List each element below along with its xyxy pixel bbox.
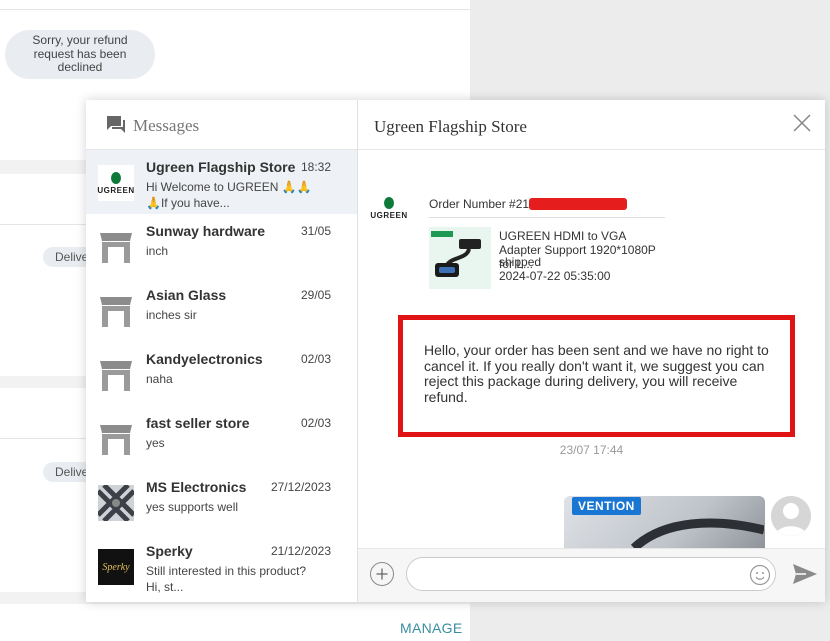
conversation-time: 29/05 (300, 288, 331, 302)
divider (429, 217, 665, 218)
sperky-thumb: Sperky (98, 549, 134, 585)
chat-header: Ugreen Flagship Store (358, 100, 825, 150)
conversation-time: 02/03 (300, 352, 331, 366)
logo-text: UGREEN (97, 185, 135, 195)
sidebar-header: Messages (86, 100, 357, 150)
conversation-time: 18:32 (300, 160, 331, 174)
store-icon (100, 233, 132, 263)
product-image (429, 227, 491, 289)
sidebar-title: Messages (133, 116, 200, 135)
conversation-time: 27/12/2023 (270, 480, 331, 494)
store-icon (100, 425, 132, 455)
bubble-line: Sorry, your refund (32, 33, 128, 47)
conversation-time: 02/03 (300, 416, 331, 430)
message-text: Hello, your order has been sent and we h… (424, 342, 769, 405)
conversation-item[interactable]: MS Electronics 27/12/2023 yes supports w… (86, 470, 357, 534)
chat-store-name: Ugreen Flagship Store (374, 117, 527, 136)
order-number-label: Order Number #21 (429, 197, 530, 211)
chat-input-bar (358, 548, 825, 602)
close-icon[interactable] (793, 114, 811, 132)
divider (0, 9, 470, 10)
conversation-item[interactable]: Sunway hardware 31/05 inch (86, 214, 357, 278)
conversation-item[interactable]: Sperky Sperky 21/12/2023 Still intereste… (86, 534, 357, 598)
conversation-name: Sunway hardware (146, 223, 266, 239)
manage-link[interactable]: MANAGE (400, 620, 462, 636)
add-attachment-button[interactable] (370, 562, 394, 586)
conversation-preview: inch (146, 244, 169, 258)
conversation-preview: Still interested in this product? Hi, st… (146, 564, 307, 594)
highlighted-message: Hello, your order has been sent and we h… (398, 315, 795, 437)
bubble-line: request has been (33, 46, 127, 61)
store-icon (100, 361, 132, 391)
conversation-name: MS Electronics (146, 479, 247, 495)
refund-declined-bubble: Sorry, your refund request has been decl… (5, 30, 155, 79)
conversation-item[interactable]: Asian Glass 29/05 inches sir (86, 278, 357, 342)
conversation-time: 31/05 (300, 224, 331, 238)
message-input[interactable] (406, 557, 776, 591)
conversation-item[interactable]: UGREEN Ugreen Flagship Store 18:32 Hi We… (86, 150, 357, 214)
conversation-name: Asian Glass (146, 287, 227, 303)
order-status: shipped (499, 255, 542, 269)
conversation-time: 21/12/2023 (270, 544, 331, 558)
send-icon[interactable] (792, 563, 818, 585)
conversation-sidebar: Messages UGREEN Ugreen Flagship Store 18… (86, 100, 358, 602)
ms-electronics-thumb (98, 485, 134, 521)
user-avatar (771, 496, 811, 536)
order-card[interactable]: Order Number #21 UGREEN HDMI to VGA Adap… (429, 197, 665, 289)
conversation-preview: Hi Welcome to UGREEN 🙏🙏🙏If you have... (146, 180, 312, 210)
order-number: Order Number #21 (429, 197, 665, 211)
logo-text: UGREEN (370, 210, 408, 220)
conversation-name: fast seller store (146, 415, 250, 431)
conversation-preview: yes (146, 436, 165, 450)
order-date: 2024-07-22 05:35:00 (499, 269, 611, 283)
chat-popup: Messages UGREEN Ugreen Flagship Store 18… (86, 100, 825, 602)
store-icon (100, 297, 132, 327)
conversation-preview: yes supports well (146, 500, 239, 514)
message-timestamp: 23/07 17:44 (559, 443, 624, 457)
conversation-item[interactable]: fast seller store 02/03 yes (86, 406, 357, 470)
conversation-name: Ugreen Flagship Store (146, 159, 296, 175)
emoji-icon[interactable] (749, 564, 771, 586)
conversation-preview: naha (146, 372, 173, 386)
conversation-name: Sperky (146, 543, 193, 559)
conversation-preview: inches sir (146, 308, 197, 322)
image-message[interactable]: VENTION (564, 496, 765, 548)
store-avatar: UGREEN (370, 193, 408, 223)
messages-icon (107, 116, 125, 133)
conversation-item[interactable]: Kandyelectronics 02/03 naha (86, 342, 357, 406)
bubble-line: declined (57, 60, 103, 74)
ugreen-logo: UGREEN (97, 165, 135, 201)
conversation-name: Kandyelectronics (146, 351, 263, 367)
chat-pane: Ugreen Flagship Store UGREEN Order Numbe… (358, 100, 825, 602)
cable-image (630, 518, 764, 548)
redaction-mark (529, 198, 628, 210)
